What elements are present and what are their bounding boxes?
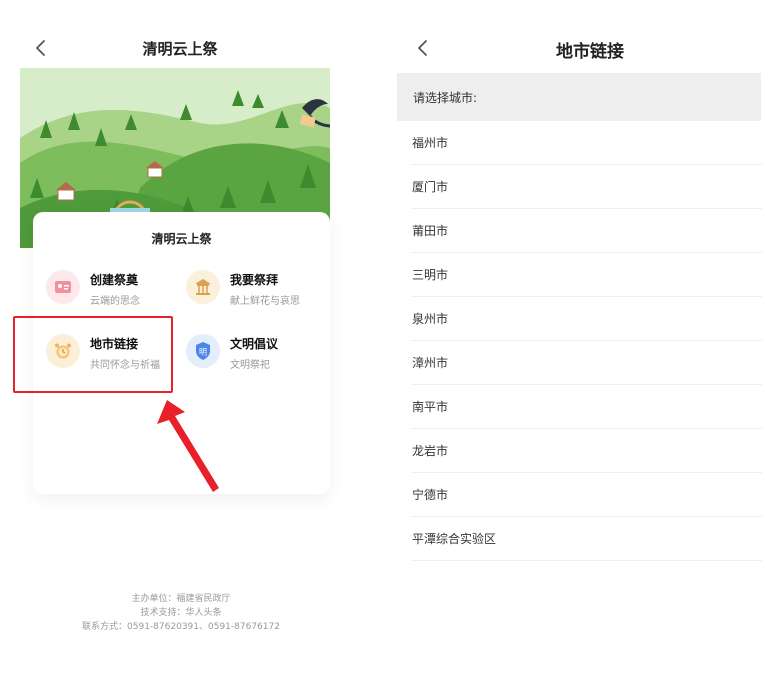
worship-tile[interactable]: 我要祭拜 献上鲜花与哀思	[186, 268, 316, 314]
shield-icon: 明	[186, 334, 220, 368]
red-arrow-icon	[157, 400, 219, 492]
city-item[interactable]: 平潭综合实验区	[412, 517, 762, 561]
create-memorial-tile[interactable]: 创建祭奠 云端的思念	[46, 268, 176, 314]
city-item[interactable]: 三明市	[412, 253, 762, 297]
civility-initiative-tile[interactable]: 明 文明倡议 文明祭祀	[186, 332, 316, 378]
city-item[interactable]: 龙岩市	[412, 429, 762, 473]
footer-tech-support: 技术支持：华人头条	[140, 608, 222, 618]
photo-card-icon	[46, 270, 80, 304]
tile-subtitle: 文明祭祀	[230, 360, 270, 371]
city-list: 福州市 厦门市 莆田市 三明市 泉州市 漳州市 南平市 龙岩市 宁德市 平潭综合…	[412, 121, 762, 561]
left-screen: 清明云上祭 清明云上祭 创建祭奠 云端的思念 我要祭拜 献上鲜花与哀思 地市链接…	[0, 0, 350, 693]
city-prompt: 请选择城市:	[397, 73, 761, 121]
tile-subtitle: 云端的思念	[90, 296, 140, 307]
footer-organizer: 主办单位：福建省民政厅	[131, 594, 231, 604]
city-item[interactable]: 福州市	[412, 121, 762, 165]
city-item[interactable]: 宁德市	[412, 473, 762, 517]
city-item[interactable]: 莆田市	[412, 209, 762, 253]
city-item[interactable]: 泉州市	[412, 297, 762, 341]
right-screen: 地市链接 请选择城市: 福州市 厦门市 莆田市 三明市 泉州市 漳州市 南平市 …	[390, 0, 772, 693]
tile-name: 创建祭奠	[90, 273, 139, 287]
city-item[interactable]: 南平市	[412, 385, 762, 429]
chevron-left-icon	[36, 40, 45, 56]
page-title: 地市链接	[556, 42, 624, 62]
back-button[interactable]	[30, 36, 50, 60]
back-button[interactable]	[412, 36, 432, 60]
footer-info: 主办单位：福建省民政厅 技术支持：华人头条 联系方式：0591-87620391…	[0, 592, 362, 634]
city-item[interactable]: 漳州市	[412, 341, 762, 385]
card-title: 清明云上祭	[151, 232, 212, 246]
page-title: 清明云上祭	[142, 40, 218, 58]
shield-glyph: 明	[199, 348, 207, 357]
tile-name: 文明倡议	[230, 337, 279, 351]
shrine-icon	[186, 270, 220, 304]
footer-contact: 联系方式：0591-87620391、0591-87676172	[82, 622, 280, 632]
tile-name: 我要祭拜	[230, 273, 279, 287]
chevron-left-icon	[418, 40, 427, 56]
highlight-box	[13, 316, 173, 393]
tile-subtitle: 献上鲜花与哀思	[230, 296, 300, 307]
city-item[interactable]: 厦门市	[412, 165, 762, 209]
